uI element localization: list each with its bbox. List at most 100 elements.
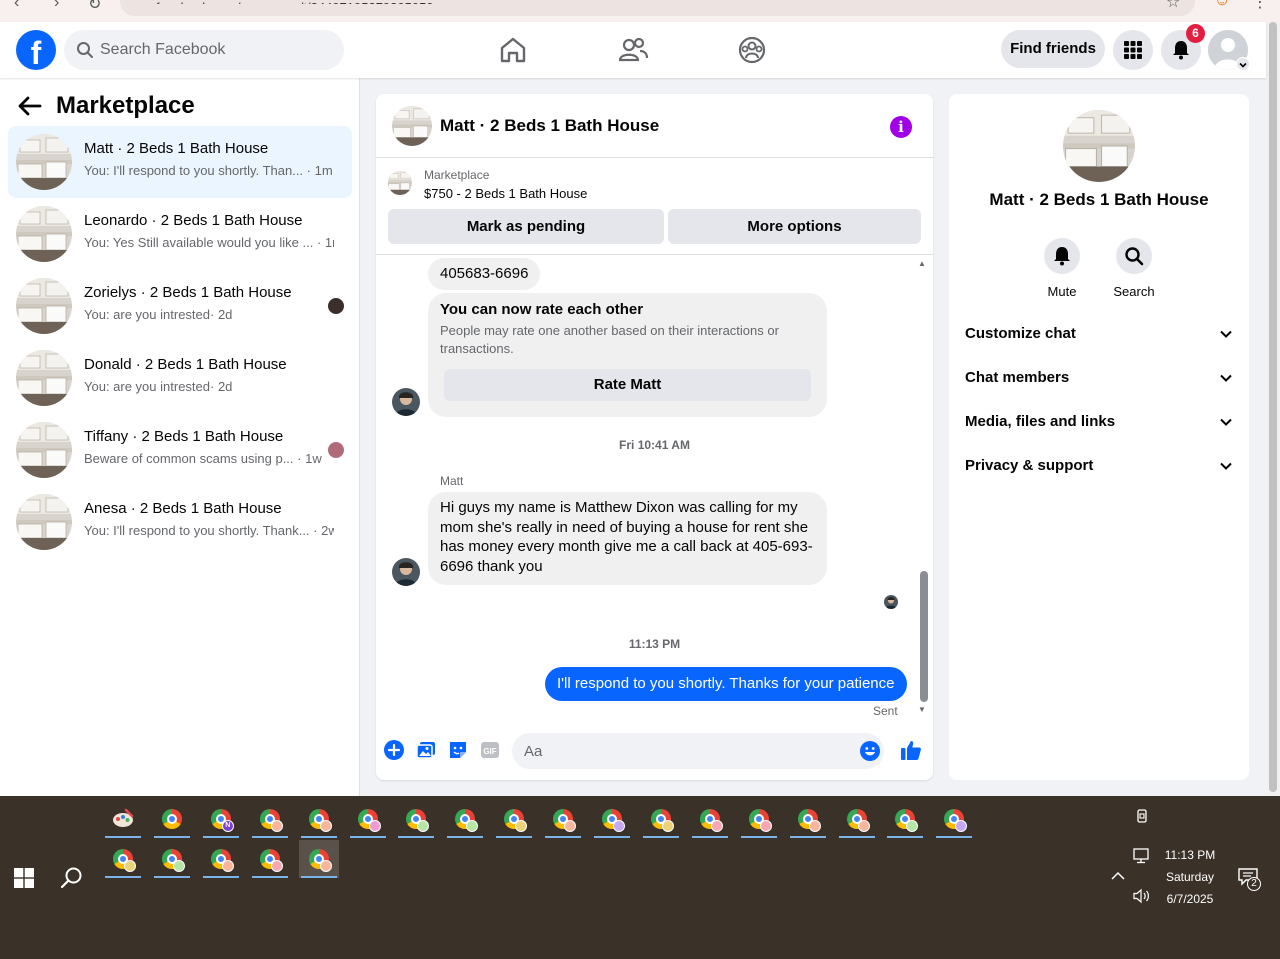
running-indicator (202, 836, 239, 838)
address-text[interactable]: facebook.com/messages/t/2449719537980505… (156, 0, 434, 4)
chrome-taskbar-icon[interactable] (396, 800, 436, 838)
clock-date[interactable]: 6/7/2025 (1158, 892, 1222, 906)
conversation-item-matt[interactable]: Matt · 2 Beds 1 Bath House You: I'll res… (8, 126, 352, 198)
info-icon[interactable]: i (890, 116, 912, 138)
chat-scrollbar-thumb[interactable] (920, 571, 928, 702)
chat-avatar[interactable] (392, 106, 432, 146)
page-scrollbar-thumb[interactable] (1269, 22, 1277, 792)
chrome-taskbar-icon[interactable] (445, 800, 485, 838)
rate-matt-button[interactable]: Rate Matt (444, 369, 811, 401)
message-bubble[interactable]: 405683-6696 (428, 258, 541, 290)
more-options-button[interactable]: More options (668, 209, 921, 244)
volume-icon[interactable] (1132, 888, 1152, 904)
address-bar[interactable]: facebook.com/messages/t/2449719537980505… (120, 0, 1195, 16)
privacy-support-row[interactable]: Privacy & support (965, 446, 1233, 486)
profile-icon[interactable]: ☺ (1214, 0, 1230, 10)
search-input[interactable] (100, 30, 330, 70)
mark-as-pending-button[interactable]: Mark as pending (388, 209, 664, 244)
message-input-box[interactable] (512, 733, 884, 769)
network-icon[interactable] (1132, 848, 1150, 864)
chrome-taskbar-icon[interactable] (592, 800, 632, 838)
scroll-up-icon[interactable]: ▲ (918, 259, 926, 268)
reload-icon[interactable]: ↻ (88, 0, 101, 14)
chrome-taskbar-icon[interactable] (739, 800, 779, 838)
sender-avatar[interactable] (392, 388, 420, 416)
paint-app-icon[interactable] (103, 800, 143, 838)
menu-button[interactable] (1113, 30, 1153, 70)
photo-icon[interactable] (416, 740, 436, 760)
show-hidden-icons-icon[interactable] (1110, 870, 1126, 882)
home-icon[interactable] (497, 34, 529, 66)
profile-badge-icon (319, 820, 332, 832)
find-friends-button[interactable]: Find friends (1001, 30, 1105, 68)
chrome-taskbar-icon[interactable] (152, 840, 192, 878)
chrome-taskbar-icon[interactable] (837, 800, 877, 838)
running-indicator (153, 836, 190, 838)
gif-icon[interactable]: GIF (480, 740, 500, 760)
clock-time[interactable]: 11:13 PM (1158, 848, 1222, 862)
chrome-taskbar-icon[interactable] (103, 840, 143, 878)
chrome-taskbar-icon[interactable]: N (201, 800, 241, 838)
chrome-taskbar-icon[interactable] (934, 800, 974, 838)
chrome-taskbar-icon[interactable] (788, 800, 828, 838)
chrome-taskbar-icon[interactable] (201, 840, 241, 878)
chrome-taskbar-icon[interactable] (152, 800, 192, 838)
mute-button[interactable]: Mute (1037, 238, 1087, 299)
emoji-icon[interactable] (860, 741, 880, 761)
forward-icon[interactable]: › (54, 0, 59, 12)
bell-icon (1173, 41, 1189, 60)
conversation-item-tiffany[interactable]: Tiffany · 2 Beds 1 Bath House Beware of … (8, 414, 352, 486)
media-files-links-row[interactable]: Media, files and links (965, 402, 1233, 442)
page-scrollbar[interactable] (1266, 22, 1280, 796)
thumbs-up-icon[interactable] (900, 739, 922, 761)
chrome-taskbar-icon[interactable] (348, 800, 388, 838)
friends-icon[interactable] (617, 34, 649, 66)
chrome-taskbar-icon[interactable] (250, 800, 290, 838)
conversation-item-anesa[interactable]: Anesa · 2 Beds 1 Bath House You: I'll re… (8, 486, 352, 558)
tablet-mode-icon[interactable] (1134, 808, 1150, 824)
chrome-taskbar-icon[interactable] (494, 800, 534, 838)
listing-title[interactable]: $750 - 2 Beds 1 Bath House (424, 186, 587, 201)
conversation-details-panel: Matt · 2 Beds 1 Bath House Mute Search C… (949, 94, 1249, 780)
chrome-taskbar-icon[interactable] (543, 800, 583, 838)
clock-day[interactable]: Saturday (1158, 870, 1222, 884)
chrome-taskbar-icon[interactable] (299, 800, 339, 838)
details-avatar[interactable] (1063, 110, 1135, 182)
message-bubble[interactable]: Hi guys my name is Matthew Dixon was cal… (428, 492, 827, 585)
listing-thumbnail[interactable] (388, 171, 412, 195)
taskbar-search-icon[interactable] (60, 866, 84, 890)
plus-icon[interactable] (384, 740, 404, 760)
menu-icon[interactable]: ⋮ (1252, 0, 1268, 12)
chat-title[interactable]: Matt · 2 Beds 1 Bath House (440, 116, 659, 136)
sender-avatar[interactable] (392, 558, 420, 586)
running-indicator (349, 836, 386, 838)
conversation-item-leonardo[interactable]: Leonardo · 2 Beds 1 Bath House You: Yes … (8, 198, 352, 270)
conversation-item-zorielys[interactable]: Zorielys · 2 Beds 1 Bath House You: are … (8, 270, 352, 342)
chrome-taskbar-icon[interactable] (885, 800, 925, 838)
running-indicator (594, 836, 630, 838)
conversation-item-donald[interactable]: Donald · 2 Beds 1 Bath House You: are yo… (8, 342, 352, 414)
chat-members-row[interactable]: Chat members (965, 358, 1233, 398)
my-message-bubble[interactable]: I'll respond to you shortly. Thanks for … (545, 667, 907, 701)
windows-start-icon[interactable] (14, 868, 34, 888)
groups-icon[interactable] (736, 34, 768, 66)
scroll-down-icon[interactable]: ▼ (918, 705, 926, 714)
sticker-icon[interactable] (448, 740, 468, 760)
listing-label: Marketplace (424, 168, 490, 182)
chrome-taskbar-icon[interactable] (690, 800, 730, 838)
profile-badge-icon (124, 860, 136, 872)
message-input[interactable] (524, 733, 844, 769)
back-arrow-icon[interactable] (16, 94, 46, 118)
profile-badge-icon (270, 820, 283, 832)
facebook-logo[interactable]: f (16, 30, 56, 70)
bookmark-star-icon[interactable]: ☆ (1166, 0, 1180, 12)
chrome-taskbar-icon[interactable] (250, 840, 290, 878)
conversation-snippet: You: I'll respond to you shortly. Than..… (84, 163, 333, 178)
search-box[interactable] (64, 30, 344, 70)
account-chevron-icon[interactable] (1236, 57, 1250, 71)
chrome-taskbar-icon[interactable] (641, 800, 681, 838)
chrome-taskbar-icon[interactable] (299, 840, 339, 878)
back-icon[interactable]: ‹ (14, 0, 19, 12)
search-in-chat-button[interactable]: Search (1109, 238, 1159, 299)
customize-chat-row[interactable]: Customize chat (965, 314, 1233, 354)
